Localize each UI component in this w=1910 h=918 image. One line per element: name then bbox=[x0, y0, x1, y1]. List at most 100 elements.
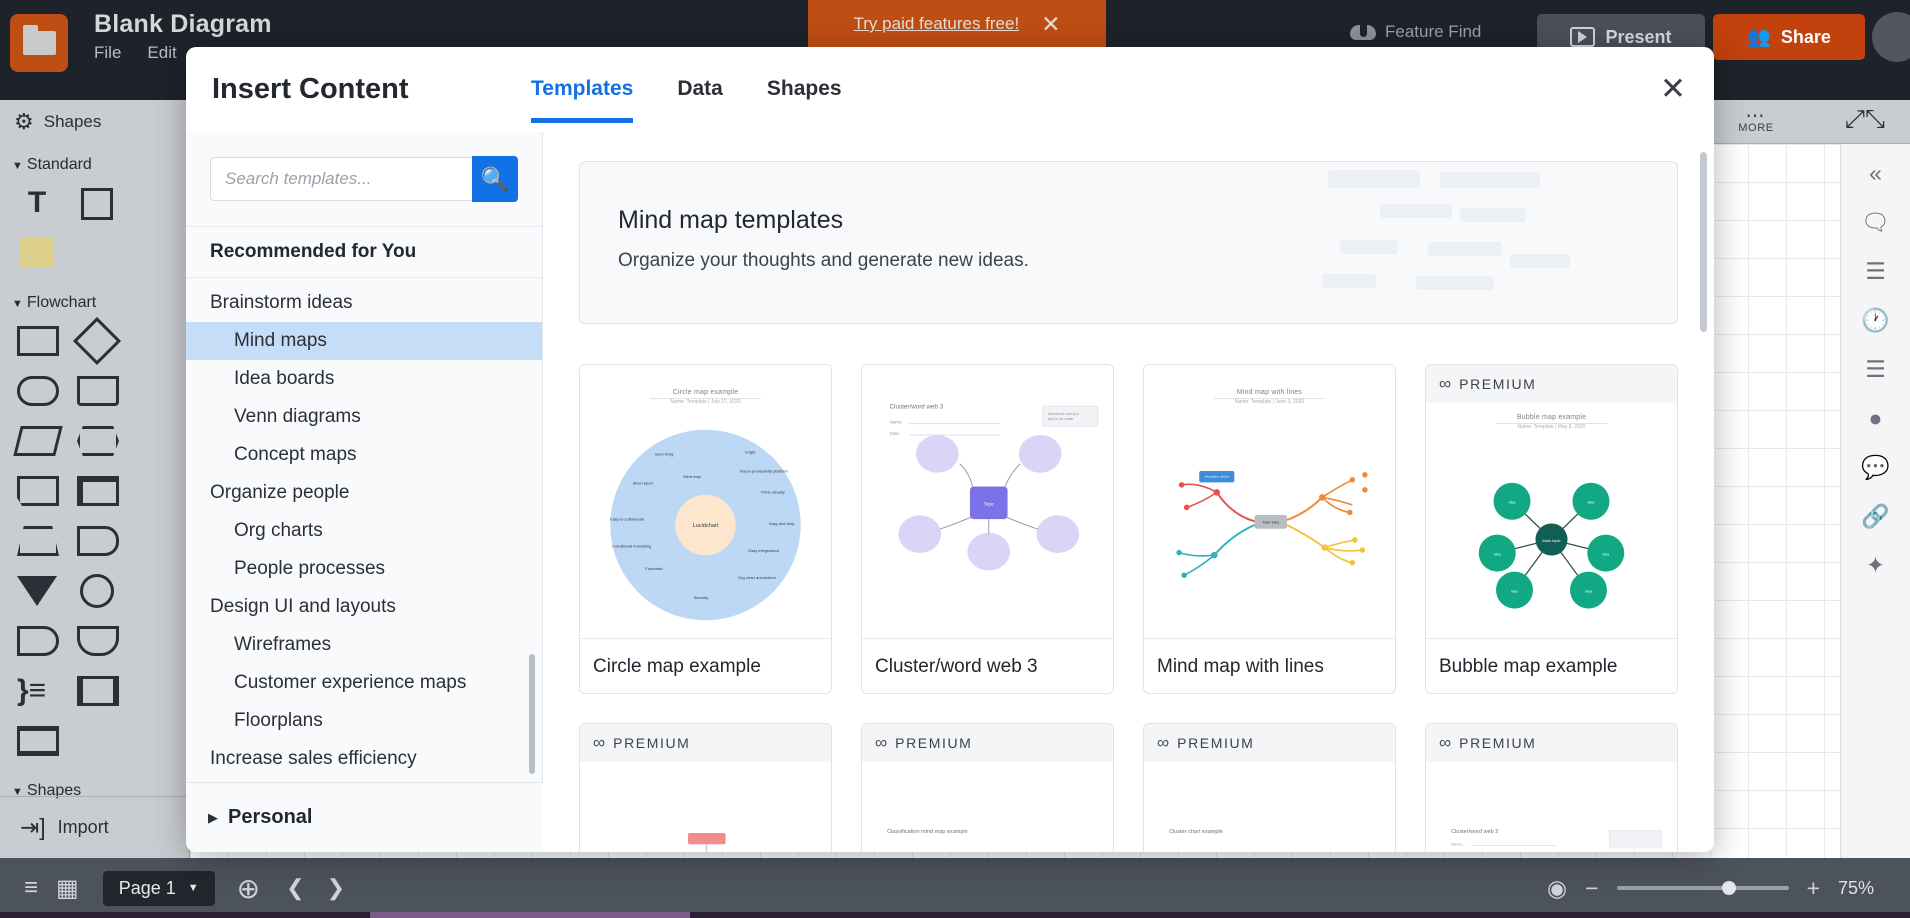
sidebar-group-design-ui-and-layouts[interactable]: Design UI and layouts bbox=[186, 588, 542, 626]
svg-text:Think visually: Think visually bbox=[761, 490, 785, 495]
sidebar-group-brainstorm-ideas[interactable]: Brainstorm ideas bbox=[186, 284, 542, 322]
template-card[interactable]: Cluster/word web 3 Name: Date: Instructi… bbox=[861, 364, 1114, 694]
hero-decor-5 bbox=[1340, 240, 1398, 254]
insert-content-modal: Insert Content Templates Data Shapes ✕ 🔍… bbox=[186, 47, 1714, 852]
premium-label: PREMIUM bbox=[1177, 735, 1255, 751]
sidebar-scrollbar[interactable] bbox=[529, 654, 535, 774]
svg-text:topic in the center: topic in the center bbox=[1048, 417, 1075, 421]
cluster-chart-graphic: Cluster chart example bbox=[1169, 829, 1223, 835]
infinity-icon: ∞ bbox=[1157, 733, 1169, 752]
tree-red-graphic bbox=[687, 832, 726, 852]
hero-decor-6 bbox=[1428, 242, 1502, 256]
template-card[interactable]: ∞ PREMIUM Bubble map example Name: Templ… bbox=[1425, 364, 1678, 694]
card-label: Cluster/word web 3 bbox=[862, 638, 1113, 693]
svg-text:Name:: Name: bbox=[1451, 842, 1463, 847]
svg-text:Org chart automation: Org chart automation bbox=[738, 575, 776, 580]
premium-label: PREMIUM bbox=[613, 735, 691, 751]
svg-text:Flowchart: Flowchart bbox=[645, 566, 663, 571]
template-card-grid: Circle map example Name: Template | July… bbox=[579, 364, 1678, 852]
sidebar-item-wireframes[interactable]: Wireframes bbox=[186, 626, 542, 664]
premium-badge: ∞ PREMIUM bbox=[1144, 724, 1395, 762]
sidebar-item-idea-boards[interactable]: Idea boards bbox=[186, 360, 542, 398]
modal-overlay: Insert Content Templates Data Shapes ✕ 🔍… bbox=[0, 0, 1910, 918]
svg-text:Slice report: Slice report bbox=[633, 481, 654, 486]
template-card[interactable]: Mind map with lines Name: Template | Jun… bbox=[1143, 364, 1396, 694]
premium-badge: ∞ PREMIUM bbox=[862, 724, 1113, 762]
template-card[interactable]: ∞ PREMIUM Classification mind map exampl… bbox=[861, 723, 1114, 852]
svg-text:Idea: Idea bbox=[1588, 501, 1595, 505]
modal-header: Insert Content Templates Data Shapes ✕ bbox=[186, 47, 1714, 132]
svg-text:Security: Security bbox=[694, 595, 709, 600]
svg-text:Idea: Idea bbox=[1511, 590, 1518, 594]
sidebar-item-people-processes[interactable]: People processes bbox=[186, 550, 542, 588]
sidebar-item-venn-diagrams[interactable]: Venn diagrams bbox=[186, 398, 542, 436]
cluster-web2-graphic: Cluster/word web 2 Name: Date: bbox=[1451, 829, 1663, 852]
sidebar-item-customer-experience-maps[interactable]: Customer experience maps bbox=[186, 664, 542, 702]
premium-badge: ∞ PREMIUM bbox=[580, 724, 831, 762]
svg-text:Conditional formatting: Conditional formatting bbox=[612, 543, 651, 548]
template-card[interactable]: Circle map example Name: Template | July… bbox=[579, 364, 832, 694]
sidebar-group-organize-people[interactable]: Organize people bbox=[186, 474, 542, 512]
personal-section-toggle[interactable]: ▶ Personal bbox=[186, 782, 543, 852]
sidebar-item-floorplans[interactable]: Floorplans bbox=[186, 702, 542, 740]
thumb-title: Bubble map example bbox=[1516, 414, 1587, 421]
modal-sidebar: 🔍 Recommended for You Brainstorm ideas M… bbox=[186, 132, 543, 852]
search-icon[interactable]: 🔍 bbox=[472, 156, 518, 202]
svg-text:Main topic: Main topic bbox=[1543, 538, 1561, 543]
template-card[interactable]: ∞ PREMIUM Cluster/word web 2 Name: Date: bbox=[1425, 723, 1678, 852]
modal-tabs: Templates Data Shapes bbox=[531, 77, 842, 123]
tab-data[interactable]: Data bbox=[677, 77, 723, 123]
thumb-subtitle: Name: Template | July 27, 2020 bbox=[670, 399, 741, 405]
card-thumbnail: Mind map with lines Name: Template | Jun… bbox=[1144, 365, 1395, 638]
modal-title: Insert Content bbox=[212, 73, 409, 105]
hero-decor-2 bbox=[1440, 172, 1540, 188]
svg-text:Idea: Idea bbox=[1509, 501, 1516, 505]
infinity-icon: ∞ bbox=[875, 733, 887, 752]
svg-text:Idea: Idea bbox=[1585, 590, 1592, 594]
card-thumbnail: Circle map example Name: Template | July… bbox=[580, 365, 831, 638]
thumb-title-text: Classification mind map example bbox=[887, 829, 968, 835]
sidebar-group-increase-sales-efficiency[interactable]: Increase sales efficiency bbox=[186, 740, 542, 778]
template-gallery: Mind map templates Organize your thought… bbox=[543, 132, 1714, 852]
search-row: 🔍 bbox=[186, 132, 542, 226]
cluster-web-graphic: Cluster/word web 3 Name: Date: Instructi… bbox=[890, 404, 1099, 571]
card-label: Circle map example bbox=[580, 638, 831, 693]
template-card[interactable]: ∞ PREMIUM Cluster chart example bbox=[1143, 723, 1396, 852]
svg-text:Lucidchart: Lucidchart bbox=[693, 523, 719, 529]
hero-decor-8 bbox=[1416, 276, 1494, 290]
hero-decor-1 bbox=[1328, 170, 1420, 188]
thumb-subtitle: Name: Template | May 8, 2020 bbox=[1517, 424, 1586, 430]
close-icon[interactable]: ✕ bbox=[1660, 73, 1686, 104]
sidebar-item-concept-maps[interactable]: Concept maps bbox=[186, 436, 542, 474]
infinity-icon: ∞ bbox=[1439, 374, 1451, 393]
svg-text:Topic: Topic bbox=[984, 501, 995, 506]
tab-shapes[interactable]: Shapes bbox=[767, 77, 842, 123]
template-category-list: Brainstorm ideas Mind maps Idea boards V… bbox=[186, 284, 542, 782]
sidebar-item-org-charts[interactable]: Org charts bbox=[186, 512, 542, 550]
premium-badge: ∞ PREMIUM bbox=[1426, 724, 1677, 762]
svg-text:Idea: Idea bbox=[1494, 553, 1501, 557]
thumb-title-text: Cluster chart example bbox=[1169, 829, 1223, 835]
svg-text:Mind map: Mind map bbox=[683, 474, 701, 479]
thumb-title: Mind map with lines bbox=[1236, 389, 1303, 396]
search-input[interactable] bbox=[210, 157, 472, 201]
hero-decor-4 bbox=[1460, 208, 1526, 222]
card-label: Bubble map example bbox=[1426, 638, 1677, 693]
card-label: Mind map with lines bbox=[1144, 638, 1395, 693]
template-card[interactable]: ∞ PREMIUM bbox=[579, 723, 832, 852]
chevron-right-icon: ▶ bbox=[208, 809, 218, 825]
svg-text:bright: bright bbox=[745, 449, 756, 454]
svg-text:Main idea: Main idea bbox=[1263, 521, 1280, 525]
card-thumbnail: Bubble map example Name: Template | May … bbox=[1426, 365, 1677, 638]
svg-text:Name:: Name: bbox=[890, 420, 903, 425]
premium-label: PREMIUM bbox=[1459, 376, 1537, 392]
svg-text:Visual productivity platform: Visual productivity platform bbox=[740, 468, 789, 473]
modal-body: 🔍 Recommended for You Brainstorm ideas M… bbox=[186, 132, 1714, 852]
sidebar-item-mind-maps[interactable]: Mind maps bbox=[186, 322, 542, 360]
tab-templates[interactable]: Templates bbox=[531, 77, 634, 123]
gallery-scrollbar[interactable] bbox=[1700, 152, 1707, 332]
recommended-header: Recommended for You bbox=[186, 226, 542, 278]
infinity-icon: ∞ bbox=[1439, 733, 1451, 752]
hero-title: Mind map templates bbox=[618, 206, 844, 234]
gallery-hero: Mind map templates Organize your thought… bbox=[579, 161, 1678, 324]
